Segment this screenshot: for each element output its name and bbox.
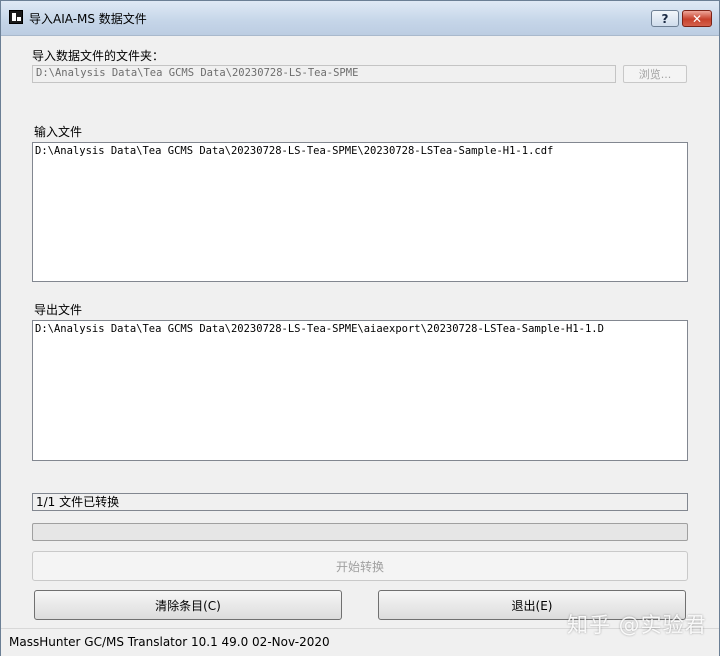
help-button[interactable]: ? [651, 10, 679, 27]
list-item[interactable]: D:\Analysis Data\Tea GCMS Data\20230728-… [35, 145, 685, 157]
close-icon: ✕ [691, 11, 703, 26]
title-bar[interactable]: 导入AIA-MS 数据文件 ? ✕ [1, 1, 719, 36]
help-icon: ? [661, 11, 669, 26]
progress-bar [32, 523, 688, 541]
input-files-list[interactable]: D:\Analysis Data\Tea GCMS Data\20230728-… [32, 142, 688, 282]
input-files-label: 输入文件 [34, 125, 83, 139]
watermark: 知乎 @实验君 [567, 613, 707, 637]
output-files-list[interactable]: D:\Analysis Data\Tea GCMS Data\20230728-… [32, 320, 688, 461]
output-files-label: 导出文件 [34, 303, 83, 317]
list-item[interactable]: D:\Analysis Data\Tea GCMS Data\20230728-… [35, 323, 685, 335]
app-icon [9, 10, 23, 24]
folder-path-field: D:\Analysis Data\Tea GCMS Data\20230728-… [32, 65, 616, 83]
import-aia-ms-dialog: 导入AIA-MS 数据文件 ? ✕ 导入数据文件的文件夹： D:\Analysi… [0, 0, 720, 656]
conversion-status: 1/1 文件已转换 [32, 493, 688, 511]
folder-label: 导入数据文件的文件夹： [32, 49, 165, 63]
close-button[interactable]: ✕ [682, 10, 712, 27]
start-conversion-button[interactable]: 开始转换 [32, 551, 688, 581]
window-title: 导入AIA-MS 数据文件 [29, 12, 147, 26]
browse-button[interactable]: 浏览... [623, 65, 687, 83]
clear-entries-button[interactable]: 清除条目(C) [34, 590, 342, 620]
version-info: MassHunter GC/MS Translator 10.1 49.0 02… [9, 635, 330, 649]
